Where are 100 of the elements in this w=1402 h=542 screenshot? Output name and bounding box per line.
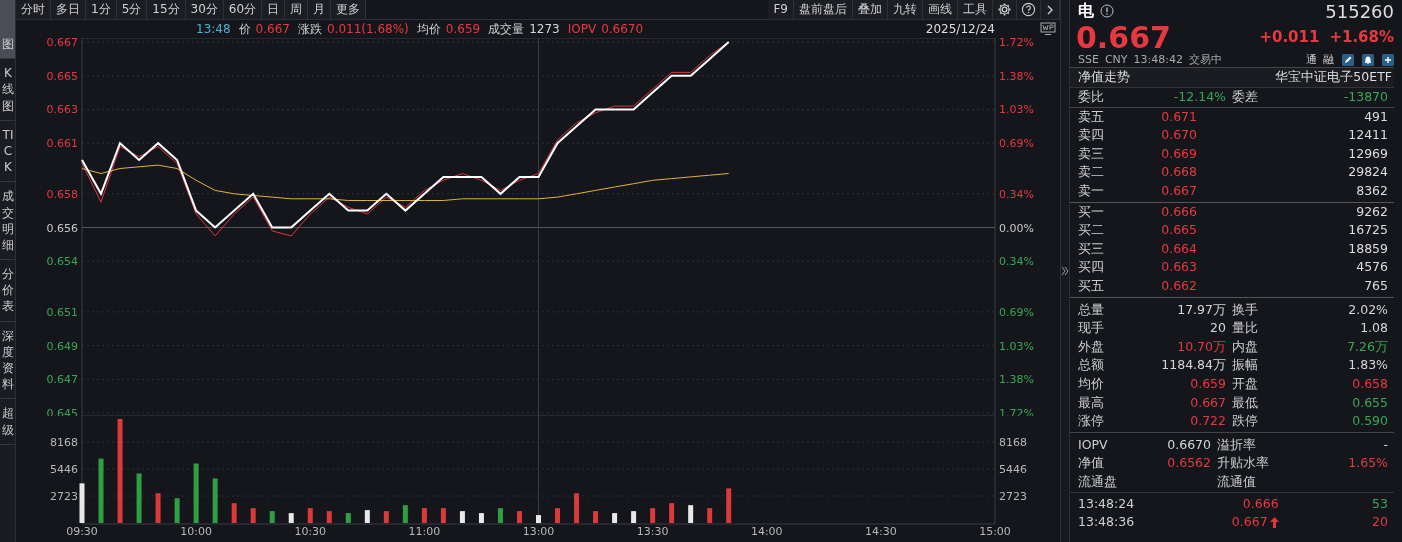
axis-label: 0.651 bbox=[46, 305, 78, 319]
bid-price: 0.666 bbox=[1160, 202, 1198, 221]
stat-value: 1.08 bbox=[1359, 319, 1389, 338]
axis-label: 0.647 bbox=[46, 373, 78, 387]
bid-label: 买二 bbox=[1078, 221, 1105, 240]
axis-label: 8168 bbox=[999, 436, 1027, 450]
time-label: 14:00 bbox=[750, 525, 783, 538]
info-label: 涨跌 bbox=[297, 20, 322, 38]
bid-volume: 9262 bbox=[1355, 202, 1389, 221]
info-value: 0.6670 bbox=[601, 22, 644, 36]
ask-price: 0.670 bbox=[1160, 126, 1198, 145]
stat-value: 10.70万 bbox=[1176, 337, 1227, 356]
bid-price: 0.662 bbox=[1160, 276, 1198, 295]
trading-status: 交易中 bbox=[1188, 52, 1222, 67]
fund-name: 华宝中证电子50ETF bbox=[1275, 69, 1392, 86]
stat-label: 流通盘 bbox=[1078, 472, 1118, 491]
stat-label: 最高 bbox=[1078, 393, 1105, 412]
trade-price: 0.667 bbox=[1183, 513, 1289, 532]
stock-name: 电 bbox=[1078, 0, 1094, 22]
bid-volume: 18859 bbox=[1347, 239, 1389, 258]
stat-value: 1184.84万 bbox=[1160, 356, 1227, 375]
stat-label: 现手 bbox=[1078, 319, 1105, 338]
ask-label: 卖四 bbox=[1078, 126, 1105, 145]
info-value: 0.659 bbox=[445, 22, 481, 36]
stat-label: 总量 bbox=[1078, 300, 1105, 319]
stat-label: 溢折率 bbox=[1217, 435, 1257, 454]
stat-label: 换手 bbox=[1232, 300, 1259, 319]
stat-value: 2.02% bbox=[1347, 300, 1389, 319]
info-value: 0.667 bbox=[255, 22, 290, 36]
axis-label: 1.38% bbox=[999, 69, 1034, 83]
stat-value: 0.655 bbox=[1351, 393, 1389, 412]
stat-value: -13870 bbox=[1342, 88, 1389, 106]
time-label: 11:00 bbox=[408, 525, 441, 538]
axis-label: 8168 bbox=[50, 436, 78, 450]
stat-label: 委差 bbox=[1232, 88, 1259, 106]
axis-label: 2723 bbox=[50, 490, 78, 503]
bid-label: 买一 bbox=[1078, 202, 1105, 221]
stat-value: 20 bbox=[1209, 319, 1227, 338]
ask-volume: 8362 bbox=[1355, 181, 1389, 200]
current-price: 0.667 bbox=[1076, 19, 1171, 55]
stat-value: 0.6670 bbox=[1166, 435, 1212, 454]
ask-label: 卖二 bbox=[1078, 163, 1105, 182]
stat-value: 7.26万 bbox=[1346, 337, 1389, 356]
stat-label: 振幅 bbox=[1232, 356, 1259, 375]
time-label: 13:48 bbox=[196, 22, 231, 36]
trade-time: 13:48:24 bbox=[1078, 495, 1136, 514]
percent-change: +1.68% bbox=[1329, 28, 1394, 46]
trade-volume: 20 bbox=[1371, 513, 1389, 532]
bid-label: 买三 bbox=[1078, 239, 1105, 258]
ask-label: 卖五 bbox=[1078, 107, 1105, 126]
stat-value: 0.659 bbox=[1189, 374, 1227, 393]
currency-label: CNY bbox=[1104, 53, 1128, 66]
info-label: 均价 bbox=[416, 20, 441, 38]
stat-label: 流通值 bbox=[1217, 472, 1257, 491]
axis-label: 1.38% bbox=[999, 373, 1034, 387]
bid-price: 0.665 bbox=[1160, 221, 1198, 240]
trade-volume: 53 bbox=[1371, 495, 1389, 514]
bid-label: 买四 bbox=[1078, 258, 1105, 277]
stat-value: 0.658 bbox=[1351, 374, 1389, 393]
axis-label: 1.03% bbox=[999, 339, 1034, 353]
time-label: 10:30 bbox=[294, 525, 327, 538]
stat-value: 0.722 bbox=[1189, 412, 1227, 431]
axis-label: 0.663 bbox=[46, 103, 78, 117]
info-value: 0.011(1.68%) bbox=[326, 22, 409, 36]
stat-label: 开盘 bbox=[1232, 374, 1259, 393]
axis-label: 0.658 bbox=[46, 187, 78, 201]
date-label: 2025/12/24 bbox=[925, 22, 995, 36]
stat-label: 净值 bbox=[1078, 454, 1105, 473]
stat-label: 升贴水率 bbox=[1217, 454, 1270, 473]
stat-value: 0.667 bbox=[1189, 393, 1227, 412]
axis-label: 0.69% bbox=[999, 137, 1034, 151]
quote-time: 13:48:42 bbox=[1133, 53, 1183, 66]
stat-label: 跌停 bbox=[1232, 412, 1259, 431]
ask-price: 0.671 bbox=[1160, 107, 1198, 126]
badge-label: 通 bbox=[1306, 52, 1317, 67]
axis-label: 0.661 bbox=[46, 137, 78, 151]
trade-time: 13:48:36 bbox=[1078, 513, 1136, 532]
info-label: 成交量 bbox=[488, 20, 525, 38]
ask-price: 0.668 bbox=[1160, 163, 1198, 182]
stat-label: 委比 bbox=[1078, 88, 1105, 106]
trade-price: 0.666 bbox=[1241, 495, 1280, 514]
axis-label: 0.69% bbox=[999, 305, 1034, 319]
price-change: +0.011 bbox=[1259, 28, 1320, 46]
stock-code: 515260 bbox=[1325, 0, 1394, 22]
stat-value: 1.83% bbox=[1347, 356, 1389, 375]
info-label: 价 bbox=[238, 20, 251, 38]
bid-price: 0.664 bbox=[1160, 239, 1198, 258]
axis-label: 0.665 bbox=[46, 69, 78, 83]
axis-label: 0.00% bbox=[999, 221, 1034, 235]
stat-value: 17.97万 bbox=[1176, 300, 1227, 319]
info-value: 1273 bbox=[529, 22, 560, 36]
stat-value: - bbox=[1382, 435, 1389, 454]
bid-volume: 765 bbox=[1363, 276, 1389, 295]
bid-volume: 16725 bbox=[1347, 221, 1389, 240]
axis-label: 5446 bbox=[50, 463, 78, 477]
stat-label: 总额 bbox=[1078, 356, 1105, 375]
badge-label: 融 bbox=[1323, 52, 1334, 67]
stat-label: 最低 bbox=[1232, 393, 1259, 412]
bid-volume: 4576 bbox=[1355, 258, 1389, 277]
time-label: 14:30 bbox=[865, 525, 897, 538]
